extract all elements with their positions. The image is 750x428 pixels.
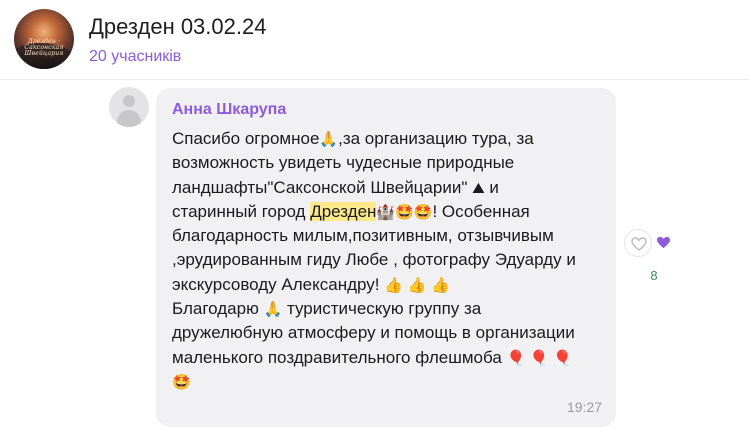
chat-title[interactable]: Дрезден 03.02.24 xyxy=(89,14,266,40)
message-line: Благодарю 🙏 туристическую группу за xyxy=(172,297,604,321)
text-span: Спасибо огромное xyxy=(172,129,320,148)
member-count-link[interactable]: 20 учасників xyxy=(89,47,181,67)
text-span: ландшафты"Саксонской Швейцарии" xyxy=(172,177,473,197)
emoji-icon: 🤩 xyxy=(172,372,191,391)
emoji-icon: 🎈 xyxy=(553,348,573,367)
sender-avatar[interactable] xyxy=(109,87,149,127)
chat-avatar[interactable]: Дрезден · Саксонская Швейцария xyxy=(14,9,74,69)
like-count: 8 xyxy=(650,268,658,283)
text-span: старинный город xyxy=(172,201,311,221)
text-span: ! Особенная xyxy=(432,201,530,221)
message-line: экскурсоводу Александру! 👍 👍 👍 xyxy=(172,273,604,297)
text-span: ,эрудированным гиду Любе , фотографу Эду… xyxy=(172,250,576,270)
text-span: туристическую группу за xyxy=(282,299,482,319)
emoji-icon: 🤩 xyxy=(395,202,414,221)
emoji-icon: 👍 xyxy=(384,275,403,294)
header-divider xyxy=(0,79,750,80)
avatar-placeholder-body xyxy=(117,110,141,127)
purple-heart-icon[interactable] xyxy=(656,236,671,249)
emoji-icon: 🎈 xyxy=(506,348,526,367)
message-text: Спасибо огромное🙏,за организацию тура, з… xyxy=(172,127,604,394)
message-line: маленького поздравительного флешмоба 🎈 🎈… xyxy=(172,346,604,370)
text-span: и xyxy=(484,177,499,197)
text-span: маленького поздравительного флешмоба xyxy=(172,347,507,367)
highlighted-word: Дрезден xyxy=(310,201,377,221)
emoji-icon: 🏰 xyxy=(376,202,396,221)
emoji-icon: 🙏 xyxy=(319,130,339,148)
like-button[interactable] xyxy=(624,229,652,257)
sender-name[interactable]: Анна Шкарупа xyxy=(172,100,286,120)
emoji-icon: 🎈 xyxy=(529,348,549,367)
emoji-icon: 🤩 xyxy=(413,202,433,221)
message-line: Спасибо огромное🙏,за организацию тура, з… xyxy=(172,127,604,151)
message-time: 19:27 xyxy=(566,399,602,415)
message-line: возможность увидеть чудесные природные xyxy=(172,151,604,175)
emoji-icon: 🙏 xyxy=(263,300,283,319)
avatar-placeholder-head xyxy=(123,95,135,107)
text-span: возможность увидеть чудесные природные xyxy=(172,153,515,173)
chat-header: Дрезден · Саксонская Швейцария Дрезден 0… xyxy=(0,0,750,78)
reactions-bar xyxy=(624,229,680,259)
text-span: благодарность милым,позитивным, отзывчив… xyxy=(172,226,554,246)
text-span: Благодарю xyxy=(172,299,264,319)
message-line: дружелюбную атмосферу и помощь в организ… xyxy=(172,321,604,345)
text-span: экскурсоводу Александру! xyxy=(172,274,385,294)
emoji-icon: 👍 xyxy=(407,275,427,294)
emoji-icon: 👍 xyxy=(431,275,450,294)
heart-outline-icon xyxy=(631,237,647,251)
message-line: благодарность милым,позитивным, отзывчив… xyxy=(172,224,604,248)
avatar-caption: Дрезден · Саксонская Швейцария xyxy=(24,38,64,57)
message-line: ландшафты"Саксонской Швейцарии" ⛰ и xyxy=(172,176,604,200)
emoji-icon: ⛰ xyxy=(472,178,485,197)
message-line: 🤩 xyxy=(172,370,604,394)
message-bubble[interactable]: Анна Шкарупа Спасибо огромное🙏,за органи… xyxy=(156,88,616,427)
text-span: ,за организацию тура, за xyxy=(338,129,534,148)
message-line: старинный город Дрезден🏰🤩🤩! Особенная xyxy=(172,200,604,224)
text-span: дружелюбную атмосферу и помощь в организ… xyxy=(172,323,575,343)
message-line: ,эрудированным гиду Любе , фотографу Эду… xyxy=(172,248,604,272)
